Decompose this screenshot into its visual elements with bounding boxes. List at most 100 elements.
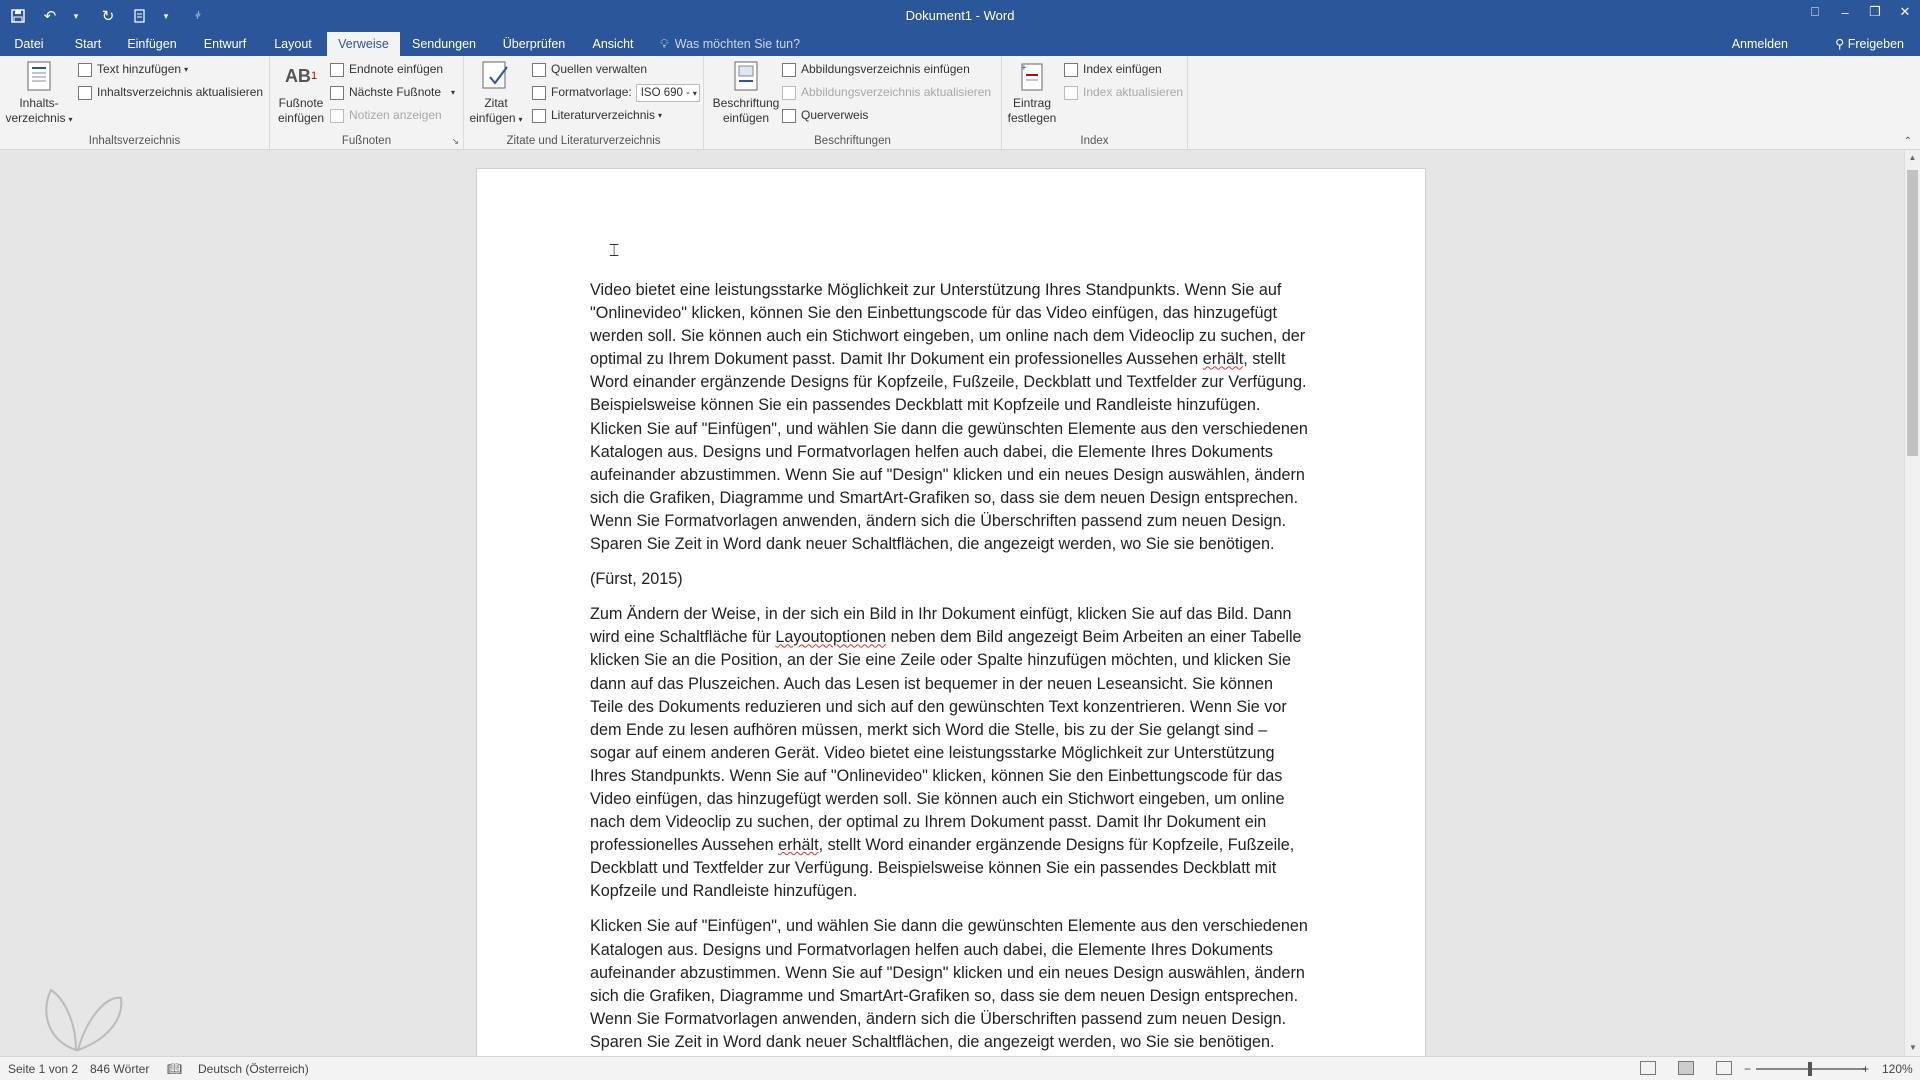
toc-label-2: verzeichnis ▾: [5, 111, 73, 125]
svg-text:+: +: [1021, 63, 1027, 74]
window-controls: ⎕ – ❐ ✕: [1800, 0, 1920, 32]
tab-sendungen[interactable]: Sendungen: [406, 32, 482, 56]
tell-me-box[interactable]: 💡︎ Was möchten Sie tun?: [660, 32, 800, 56]
insert-index-icon: [1064, 62, 1078, 77]
show-notes-button[interactable]: Notizen anzeigen: [330, 106, 442, 125]
group-label-toc: Inhaltsverzeichnis: [88, 135, 181, 147]
mark-entry-button[interactable]: + Eintrag festlegen: [1004, 60, 1060, 126]
insert-tof-icon: [782, 62, 796, 77]
toc-label-1: Inhalts-: [19, 96, 59, 110]
ribbon-display-icon[interactable]: ⎕: [1800, 0, 1830, 24]
footnote-label-1: Fußnote: [278, 96, 324, 110]
style-icon: [532, 85, 546, 100]
mark-entry-icon: +: [1017, 60, 1047, 92]
tab-datei[interactable]: Datei: [4, 32, 54, 56]
restore-icon[interactable]: ❐: [1860, 0, 1890, 24]
show-notes-icon: [330, 108, 344, 123]
ribbon: Inhalts- verzeichnis ▾ Text hinzufügen ▾ I…: [0, 56, 1920, 150]
proofing-icon[interactable]: 📖︎: [167, 1057, 182, 1080]
endnote-icon: [330, 62, 344, 77]
update-tof-button[interactable]: Abbildungsverzeichnis aktualisieren: [782, 83, 991, 102]
tab-entwurf[interactable]: Entwurf: [196, 32, 254, 56]
update-toc-button[interactable]: Inhaltsverzeichnis aktualisieren: [78, 83, 263, 102]
footnotes-launcher-icon[interactable]: ↘: [451, 136, 459, 147]
toc-icon: [24, 60, 54, 92]
web-layout-icon[interactable]: [1716, 1061, 1732, 1075]
word-count[interactable]: 846 Wörter: [90, 1057, 149, 1080]
zoom-out-icon[interactable]: −: [1744, 1057, 1751, 1080]
close-icon[interactable]: ✕: [1890, 0, 1920, 24]
tab-layout[interactable]: Layout: [266, 32, 320, 56]
citation-label-1: Zitat: [484, 96, 508, 110]
group-label-captions: Beschriftungen: [814, 135, 891, 147]
tab-ansicht[interactable]: Ansicht: [586, 32, 640, 56]
insert-caption-button[interactable]: Beschriftung einfügen: [708, 60, 784, 126]
insert-tof-button[interactable]: Abbildungsverzeichnis einfügen: [782, 60, 970, 79]
caption-label-1: Beschriftung: [712, 96, 780, 110]
scroll-thumb[interactable]: [1907, 170, 1918, 456]
insert-footnote-button[interactable]: AB 1 Fußnote einfügen: [276, 60, 326, 126]
style-combo[interactable]: ISO 690 - ▾: [635, 83, 700, 102]
tab-verweise[interactable]: Verweise: [327, 32, 400, 56]
paragraph-2: Zum Ändern der Weise, in der sich ein Bi…: [590, 605, 1302, 901]
text-cursor-icon: ⌶: [609, 241, 620, 260]
scroll-down-icon[interactable]: ▼: [1905, 1040, 1920, 1056]
citation-icon: [481, 60, 511, 92]
tab-ueberpruefen[interactable]: Überprüfen: [494, 32, 574, 56]
ribbon-tabs: Datei Start Einfügen Entwurf Layout Verw…: [0, 32, 1920, 56]
group-footnotes: AB 1 Fußnote einfügen Endnote einfügen Nä…: [270, 56, 464, 150]
page-count[interactable]: Seite 1 von 2: [8, 1057, 78, 1080]
update-index-button[interactable]: Index aktualisieren: [1064, 83, 1183, 102]
paragraph-1: Video bietet eine leistungsstarke Möglic…: [590, 281, 1308, 554]
toc-button[interactable]: Inhalts- verzeichnis ▾: [4, 60, 74, 127]
insert-index-button[interactable]: Index einfügen: [1064, 60, 1162, 79]
update-index-icon: [1064, 85, 1078, 100]
vertical-scrollbar[interactable]: ▲ ▼: [1904, 150, 1920, 1056]
language[interactable]: Deutsch (Österreich): [198, 1057, 309, 1080]
insert-citation-button[interactable]: Zitat einfügen ▾: [468, 60, 524, 127]
spelling-error: erhält: [1202, 350, 1244, 369]
group-toc: Inhalts- verzeichnis ▾ Text hinzufügen ▾ I…: [0, 56, 270, 150]
print-layout-icon[interactable]: [1678, 1061, 1694, 1075]
manage-sources-button[interactable]: Quellen verwalten: [532, 60, 647, 79]
tab-start[interactable]: Start: [66, 32, 110, 56]
group-captions: Beschriftung einfügen Abbildungsverzeich…: [704, 56, 1002, 150]
add-text-button[interactable]: Text hinzufügen ▾: [78, 60, 188, 79]
zoom-level[interactable]: 120%: [1882, 1057, 1913, 1080]
update-toc-icon: [78, 85, 92, 100]
add-text-icon: [78, 62, 92, 77]
read-mode-icon[interactable]: [1640, 1061, 1656, 1075]
document-area: ⌶ Video bietet eine leistungsstarke Mögl…: [0, 150, 1904, 1056]
caption-label-2: einfügen: [722, 111, 770, 125]
signin-link[interactable]: Anmelden: [1732, 32, 1788, 56]
citation-label-2: einfügen ▾: [469, 111, 523, 125]
zoom-thumb[interactable]: [1808, 1062, 1812, 1076]
bibliography-button[interactable]: Literaturverzeichnis ▾: [532, 106, 662, 125]
document-body[interactable]: Video bietet eine leistungsstarke Möglic…: [590, 279, 1310, 1056]
group-label-citations: Zitate und Literaturverzeichnis: [506, 135, 661, 147]
style-label: Formatvorlage:: [551, 85, 632, 99]
share-button[interactable]: ⚲ Freigeben: [1835, 32, 1904, 56]
title-bar: ↶ ▾ ↻ ▾ ⫩ Dokument1 - Word ⎕ – ❐ ✕: [0, 0, 1920, 32]
paragraph-3: Klicken Sie auf "Einfügen", und wählen S…: [590, 917, 1308, 1051]
group-label-index: Index: [1080, 135, 1109, 147]
minimize-icon[interactable]: –: [1830, 0, 1860, 24]
tab-einfuegen[interactable]: Einfügen: [120, 32, 184, 56]
window-title: Dokument1 - Word: [905, 8, 1015, 23]
person-icon: ⚲: [1835, 37, 1845, 51]
scroll-up-icon[interactable]: ▲: [1905, 150, 1920, 166]
next-footnote-button[interactable]: Nächste Fußnote ▾: [330, 83, 455, 102]
insert-endnote-button[interactable]: Endnote einfügen: [330, 60, 443, 79]
tell-me-text: Was möchten Sie tun?: [674, 37, 801, 51]
crossref-button[interactable]: Querverweis: [782, 106, 868, 125]
document-page[interactable]: ⌶ Video bietet eine leistungsstarke Mögl…: [476, 168, 1426, 1056]
caption-icon: [731, 60, 761, 92]
zoom-in-icon[interactable]: +: [1862, 1057, 1869, 1080]
update-tof-icon: [782, 85, 796, 100]
butterfly-logo-icon: [36, 980, 126, 1061]
group-citations: Zitat einfügen ▾ Quellen verwalten Format…: [464, 56, 704, 150]
collapse-ribbon-icon[interactable]: ⌃: [1904, 136, 1912, 147]
spelling-error: Layoutoptionen: [775, 628, 887, 647]
lightbulb-icon: 💡︎: [660, 37, 669, 51]
manage-sources-icon: [532, 62, 546, 77]
